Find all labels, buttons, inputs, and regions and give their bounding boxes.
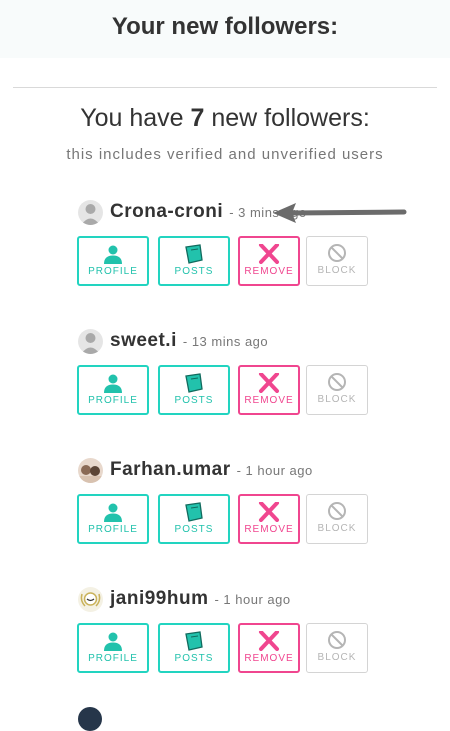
- close-icon: [259, 502, 279, 522]
- block-label: BLOCK: [317, 652, 357, 663]
- posts-button[interactable]: POSTS: [158, 365, 230, 415]
- remove-button[interactable]: REMOVE: [238, 365, 300, 415]
- note-icon: [185, 502, 203, 522]
- follower-username[interactable]: jani99hum: [110, 588, 208, 610]
- remove-label: REMOVE: [244, 524, 294, 535]
- block-label: BLOCK: [317, 265, 357, 276]
- profile-label: PROFILE: [88, 266, 138, 277]
- close-icon: [259, 631, 279, 651]
- follower-count: 7: [190, 104, 205, 132]
- follower-item: Farhan.umar - 1 hour ago PROFILE POSTS R…: [0, 457, 450, 567]
- avatar[interactable]: [78, 586, 103, 612]
- summary-suffix: new followers:: [211, 104, 370, 132]
- remove-button[interactable]: REMOVE: [238, 623, 300, 673]
- block-icon: [328, 631, 346, 649]
- block-button[interactable]: BLOCK: [306, 365, 368, 415]
- block-label: BLOCK: [317, 523, 357, 534]
- remove-button[interactable]: REMOVE: [238, 236, 300, 286]
- note-icon: [185, 373, 203, 393]
- profile-button[interactable]: PROFILE: [77, 494, 149, 544]
- note-icon: [185, 244, 203, 264]
- block-icon: [328, 502, 346, 520]
- avatar[interactable]: [78, 457, 103, 483]
- follower-username[interactable]: Crona-croni: [110, 201, 223, 223]
- remove-label: REMOVE: [244, 395, 294, 406]
- block-icon: [328, 373, 346, 391]
- follower-item: jani99hum - 1 hour ago PROFILE POSTS REM…: [0, 586, 450, 696]
- follower-item: sweet.i - 13 mins ago PROFILE POSTS REMO…: [0, 328, 450, 438]
- summary-subtext: this includes verified and unverified us…: [66, 146, 384, 163]
- posts-label: POSTS: [174, 266, 214, 277]
- follower-username[interactable]: sweet.i: [110, 330, 177, 352]
- annotation-arrow-icon: [273, 203, 407, 223]
- user-icon: [104, 632, 122, 651]
- close-icon: [259, 244, 279, 264]
- block-button[interactable]: BLOCK: [306, 494, 368, 544]
- posts-label: POSTS: [174, 524, 214, 535]
- block-button[interactable]: BLOCK: [306, 623, 368, 673]
- follow-time: - 13 mins ago: [182, 333, 269, 349]
- posts-label: POSTS: [174, 653, 214, 664]
- block-label: BLOCK: [317, 394, 357, 405]
- follower-username[interactable]: Farhan.umar: [110, 459, 231, 481]
- profile-button[interactable]: PROFILE: [77, 623, 149, 673]
- page-title: Your new followers:: [111, 13, 339, 40]
- posts-label: POSTS: [174, 395, 214, 406]
- profile-label: PROFILE: [88, 395, 138, 406]
- followers-summary: You have 7 new followers:: [0, 104, 450, 133]
- posts-button[interactable]: POSTS: [158, 623, 230, 673]
- remove-button[interactable]: REMOVE: [238, 494, 300, 544]
- avatar[interactable]: [78, 199, 103, 225]
- block-button[interactable]: BLOCK: [306, 236, 368, 286]
- posts-button[interactable]: POSTS: [158, 494, 230, 544]
- remove-label: REMOVE: [244, 653, 294, 664]
- profile-label: PROFILE: [88, 524, 138, 535]
- user-icon: [104, 245, 122, 264]
- summary-prefix: You have: [80, 104, 184, 132]
- page-header: Your new followers:: [0, 0, 450, 58]
- avatar[interactable]: [78, 707, 102, 731]
- close-icon: [259, 373, 279, 393]
- remove-label: REMOVE: [244, 266, 294, 277]
- profile-button[interactable]: PROFILE: [77, 236, 149, 286]
- block-icon: [328, 244, 346, 262]
- follow-time: - 1 hour ago: [214, 591, 291, 607]
- note-icon: [185, 631, 203, 651]
- divider: [13, 87, 437, 88]
- posts-button[interactable]: POSTS: [158, 236, 230, 286]
- follow-time: - 1 hour ago: [236, 462, 313, 478]
- avatar[interactable]: [78, 328, 103, 354]
- profile-label: PROFILE: [88, 653, 138, 664]
- user-icon: [104, 503, 122, 522]
- user-icon: [104, 374, 122, 393]
- profile-button[interactable]: PROFILE: [77, 365, 149, 415]
